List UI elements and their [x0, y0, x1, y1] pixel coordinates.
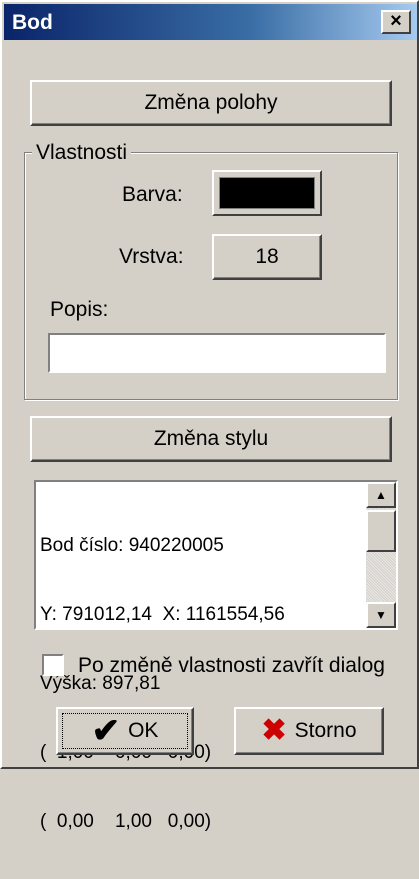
vertical-scrollbar[interactable]: ▲ ▼ [366, 482, 396, 628]
color-label: Barva: [122, 183, 183, 206]
close-after-change-label: Po změně vlastnosti zavřít dialog [78, 654, 385, 677]
properties-group-label: Vlastnosti [32, 141, 132, 165]
cancel-x-icon: ✖ [261, 714, 287, 747]
cancel-label: Storno [294, 719, 357, 742]
color-button[interactable] [212, 170, 322, 216]
ok-button-content: ✔ OK [58, 709, 192, 753]
scroll-down-button[interactable]: ▼ [366, 602, 396, 628]
arrow-down-icon: ▼ [375, 608, 387, 622]
dialog-window: Bod × Změna polohy Vlastnosti Barva: Vrs… [0, 0, 419, 832]
ok-label: OK [128, 719, 159, 742]
info-lines: Bod číslo: 940220005 Y: 791012,14 X: 116… [40, 488, 366, 879]
description-input[interactable] [48, 333, 386, 373]
cancel-button-content: ✖ Storno [236, 709, 382, 753]
info-line: ( 0,00 1,00 0,00) [40, 811, 212, 832]
close-after-change-checkbox[interactable] [42, 654, 64, 676]
scroll-thumb[interactable] [366, 510, 396, 552]
color-swatch-fill [219, 177, 315, 209]
layer-value: 18 [255, 245, 279, 268]
window-title: Bod [12, 11, 53, 34]
cancel-button[interactable]: ✖ Storno [234, 707, 384, 755]
arrow-up-icon: ▲ [375, 488, 387, 502]
change-style-button[interactable]: Změna stylu [30, 416, 392, 462]
change-position-label: Změna polohy [144, 91, 278, 114]
close-icon: × [390, 10, 402, 32]
info-line: Bod číslo: 940220005 [40, 535, 224, 556]
title-bar[interactable]: Bod × [4, 4, 417, 40]
layer-button[interactable]: 18 [212, 234, 322, 280]
description-label: Popis: [50, 298, 109, 321]
ok-button[interactable]: ✔ OK [56, 707, 194, 755]
scroll-up-button[interactable]: ▲ [366, 482, 396, 508]
info-listbox[interactable]: Bod číslo: 940220005 Y: 791012,14 X: 116… [34, 480, 398, 832]
change-position-button[interactable]: Změna polohy [30, 80, 392, 126]
info-line: Y: 791012,14 X: 1161554,56 [40, 604, 285, 625]
layer-label: Vrstva: [119, 245, 184, 268]
close-button[interactable]: × [381, 10, 411, 34]
change-style-label: Změna stylu [153, 427, 269, 450]
checkmark-icon: ✔ [91, 712, 121, 750]
